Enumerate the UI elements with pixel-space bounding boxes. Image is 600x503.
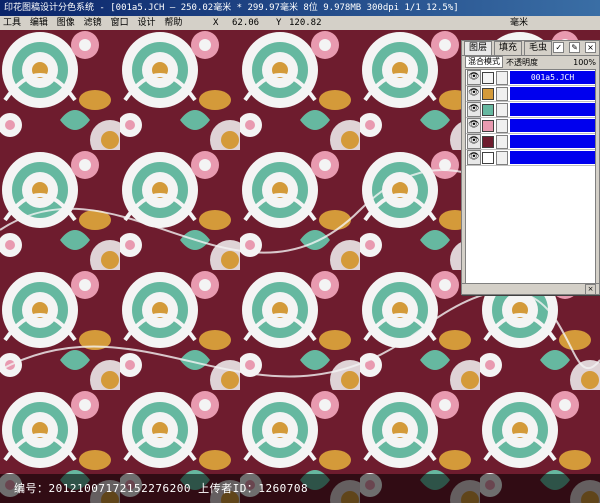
layer-tag-icon xyxy=(496,102,508,117)
eye-icon[interactable]: 👁 xyxy=(467,102,481,117)
menu-image[interactable]: 图像 xyxy=(54,16,78,30)
menu-bar: 工具 编辑 图像 滤镜 窗口 设计 帮助 X 62.06 Y 120.82 毫米 xyxy=(0,16,600,31)
layer-row[interactable]: 👁 xyxy=(466,86,595,102)
layer-name[interactable] xyxy=(510,103,595,116)
watermark-bar: 编号：20121007172152276200 上传者ID：1260708 xyxy=(0,474,600,503)
tab-layers[interactable]: 图层 xyxy=(464,41,493,55)
window-title: 印花图稿设计分色系统 - [001a5.JCH — 250.02毫米 * 299… xyxy=(4,3,459,13)
layer-row[interactable]: 👁 001a5.JCH xyxy=(466,70,595,86)
layer-swatch xyxy=(482,119,494,132)
layer-swatch xyxy=(482,135,494,148)
eye-icon[interactable]: 👁 xyxy=(467,86,481,101)
layer-tag-icon xyxy=(496,86,508,101)
panel-tools: ✓ ✎ × xyxy=(551,42,596,53)
unit-label: 毫米 xyxy=(510,18,529,28)
panel-footer: × xyxy=(462,283,599,295)
eye-icon[interactable]: 👁 xyxy=(467,118,481,133)
menu-tools[interactable]: 工具 xyxy=(0,16,24,30)
layer-row[interactable]: 👁 xyxy=(466,134,595,150)
menu-design[interactable]: 设计 xyxy=(134,16,158,30)
title-bar: 印花图稿设计分色系统 - [001a5.JCH — 250.02毫米 * 299… xyxy=(0,0,600,16)
blend-row: 混合模式 不透明度 100% xyxy=(462,56,599,68)
layer-tag-icon xyxy=(496,134,508,149)
layer-name[interactable] xyxy=(510,119,595,132)
opacity-label: 不透明度 xyxy=(506,57,538,67)
layer-swatch xyxy=(482,71,494,84)
layer-swatch xyxy=(482,87,494,100)
layer-name[interactable]: 001a5.JCH xyxy=(510,71,595,84)
layer-name[interactable] xyxy=(510,135,595,148)
checkbox-icon[interactable]: ✓ xyxy=(553,42,565,53)
close-icon[interactable]: × xyxy=(585,42,596,53)
coord-x-label: X xyxy=(213,18,219,28)
layer-panel: 图层 填充 毛虫 ✓ ✎ × 混合模式 不透明度 100% 👁 001a5.JC… xyxy=(461,40,600,295)
eye-icon[interactable]: 👁 xyxy=(467,134,481,149)
eye-icon[interactable]: 👁 xyxy=(467,150,481,165)
close-icon[interactable]: × xyxy=(585,284,596,295)
layer-tag-icon xyxy=(496,70,508,85)
tab-fill[interactable]: 填充 xyxy=(494,41,523,55)
coord-y-value: 120.82 xyxy=(289,18,322,28)
pin-icon[interactable]: ✎ xyxy=(569,42,581,53)
layer-row[interactable]: 👁 xyxy=(466,118,595,134)
menu-filter[interactable]: 滤镜 xyxy=(81,16,105,30)
layer-tag-icon xyxy=(496,118,508,133)
watermark-text: 编号：20121007172152276200 上传者ID：1260708 xyxy=(14,482,309,495)
menu-edit[interactable]: 编辑 xyxy=(27,16,51,30)
blend-mode-select[interactable]: 混合模式 xyxy=(465,56,503,68)
layer-row[interactable]: 👁 xyxy=(466,102,595,118)
coord-x-value: 62.06 xyxy=(232,18,260,28)
coord-y-label: Y xyxy=(276,18,282,28)
layer-swatch xyxy=(482,103,494,116)
layer-tag-icon xyxy=(496,150,508,165)
tab-brush[interactable]: 毛虫 xyxy=(524,41,553,55)
layer-row[interactable]: 👁 xyxy=(466,150,595,166)
layer-swatch xyxy=(482,151,494,164)
menu-help[interactable]: 帮助 xyxy=(161,16,185,30)
opacity-value[interactable]: 100% xyxy=(573,58,599,67)
layer-name[interactable] xyxy=(510,151,595,164)
layer-name[interactable] xyxy=(510,87,595,100)
layer-list: 👁 001a5.JCH 👁 👁 👁 👁 👁 xyxy=(465,69,596,287)
eye-icon[interactable]: 👁 xyxy=(467,70,481,85)
menu-window[interactable]: 窗口 xyxy=(108,16,132,30)
